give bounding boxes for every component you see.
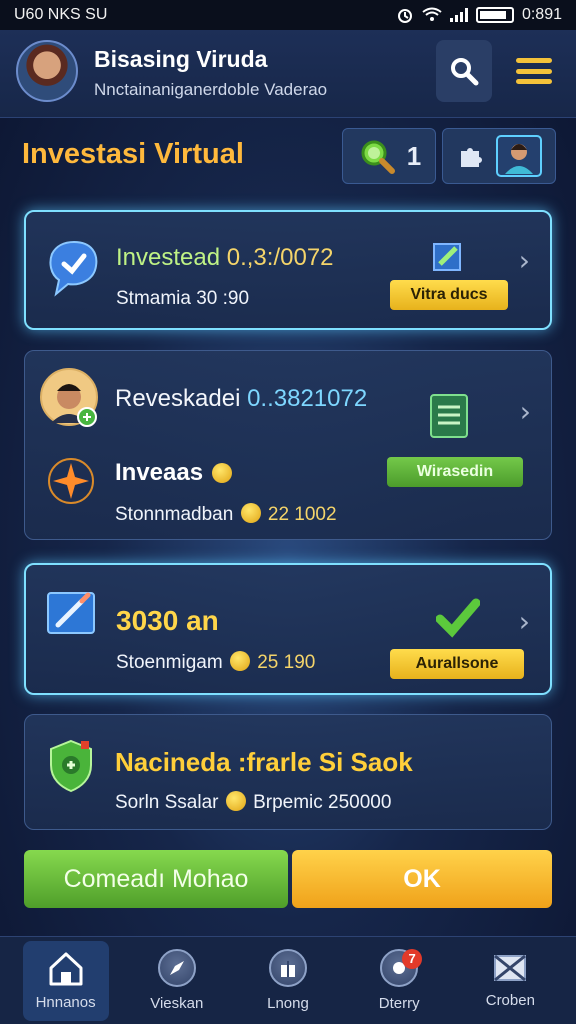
battery-icon (475, 7, 514, 23)
bottom-navigation: Hnnanos Vieskan Lnong 7 Dterry Croben (0, 936, 576, 1024)
card3-value: 3030 an (116, 605, 219, 636)
nav-label: Hnnanos (35, 994, 96, 1011)
coin-icon (225, 791, 246, 811)
user-icon (496, 135, 542, 177)
menu-line (516, 68, 552, 74)
profile-avatar[interactable] (16, 40, 78, 102)
card1-action-button[interactable]: Vitra ducs (390, 280, 508, 310)
card1-value: 0.,3:/0072 (226, 244, 334, 271)
search-count-chip[interactable]: 1 (342, 128, 436, 184)
section-title: Investasi Virtual (22, 138, 244, 170)
checkmark-icon (436, 598, 480, 638)
puzzle-icon (461, 148, 482, 167)
menu-line (516, 79, 552, 84)
card2-subtitle: Stonnmadban (115, 504, 234, 525)
wifi-icon (422, 7, 442, 21)
clipboard-icon (430, 394, 468, 438)
magnifier-icon (361, 140, 395, 174)
signal-icon (449, 8, 468, 22)
coin-icon (211, 463, 232, 483)
card2-secondary-row: Inveaas (115, 459, 234, 487)
investment-card-1[interactable]: Investead 0.,3:/0072 Stmamia 30 :90 Vitr… (24, 210, 552, 330)
app-subtitle: Nnctainaniganerdoble Vaderao (94, 80, 328, 99)
nav-item-home[interactable]: Hnnanos (22, 940, 109, 1021)
coin-icon (240, 503, 261, 523)
menu-line (516, 58, 552, 63)
nav-item-lnong[interactable]: Lnong (245, 941, 331, 1021)
card1-chevron-icon[interactable]: › (519, 244, 530, 277)
card4-subtitle-row: Sorln Ssalar Brpemic 250000 (115, 791, 391, 814)
card2-title-row: Reveskadei 0..3821072 (115, 385, 367, 413)
card4-subtitle: Sorln Ssalar (115, 792, 219, 813)
card4-title: Nacineda :frarle Si Saok (115, 747, 413, 777)
chat-bubble-icon (49, 240, 98, 297)
compass-icon (157, 949, 196, 987)
card3-sub-value: 25 190 (257, 652, 316, 673)
profile-chip[interactable] (442, 128, 556, 184)
status-left-text: U60 NKS SU (14, 6, 108, 23)
nav-item-croben[interactable]: Croben (467, 941, 553, 1021)
nav-item-vieskan[interactable]: Vieskan (134, 941, 220, 1021)
notification-badge: 7 (402, 948, 423, 969)
card2-value: 0..3821072 (247, 385, 368, 412)
pencil-edit-icon (47, 592, 95, 634)
card3-action-button[interactable]: Aurallsone (390, 649, 524, 679)
gift-icon (268, 949, 307, 987)
search-button[interactable] (436, 40, 492, 102)
card2-chevron-icon[interactable]: › (520, 395, 531, 428)
card4-sub-value: Brpemic 250000 (253, 792, 392, 813)
nav-item-dterry[interactable]: 7 Dterry (356, 941, 442, 1021)
card2-label: Reveskadei (115, 385, 241, 412)
card3-chevron-icon[interactable]: › (519, 605, 530, 638)
card2-action-button[interactable]: Wirasedin (387, 457, 523, 487)
nav-label: Vieskan (150, 995, 204, 1012)
app-header: Bisasing Viruda Nnctainaniganerdoble Vad… (0, 30, 576, 118)
card1-title-row: Investead 0.,3:/0072 (116, 244, 334, 272)
hamburger-menu-button[interactable] (512, 52, 556, 90)
card3-subtitle-row: Stoenmigam 25 190 (116, 651, 315, 674)
primary-action-button[interactable]: Comeadı Mohao (24, 850, 288, 908)
card3-subtitle: Stoenmigam (116, 652, 223, 673)
status-time: 0:891 (521, 6, 562, 23)
app-title: Bisasing Viruda (94, 46, 268, 72)
card1-label: Investead (116, 244, 221, 271)
home-icon (49, 952, 83, 986)
nav-label: Dterry (378, 995, 420, 1012)
card1-subtitle: Stmamia 30 :90 (116, 288, 250, 309)
alarm-icon (397, 9, 412, 23)
status-icons: 0:891 (396, 6, 562, 24)
user-avatar-icon (40, 368, 98, 427)
ok-button[interactable]: OK (292, 850, 552, 908)
mail-icon (494, 954, 527, 982)
spark-icon (48, 458, 94, 504)
card2-sub-value: 22 1002 (267, 504, 337, 525)
investment-card-3[interactable]: 3030 an Stoenmigam 25 190 Aurallsone › (24, 563, 552, 695)
card2-secondary-label: Inveaas (115, 459, 204, 486)
card2-subtitle-row: Stonnmadban 22 1002 (115, 503, 337, 526)
coin-icon (229, 651, 250, 671)
edit-document-icon (433, 243, 461, 271)
nav-label: Lnong (267, 995, 309, 1012)
nav-label: Croben (485, 992, 535, 1009)
search-icon (451, 58, 479, 86)
status-bar: U60 NKS SU 0:891 (0, 0, 576, 30)
investment-card-2[interactable]: Reveskadei 0..3821072 Inveaas Stonnmadba… (24, 350, 552, 540)
chip-count: 1 (406, 140, 422, 171)
shield-icon (50, 739, 92, 793)
investment-card-4[interactable]: Nacineda :frarle Si Saok Sorln Ssalar Br… (24, 714, 552, 830)
